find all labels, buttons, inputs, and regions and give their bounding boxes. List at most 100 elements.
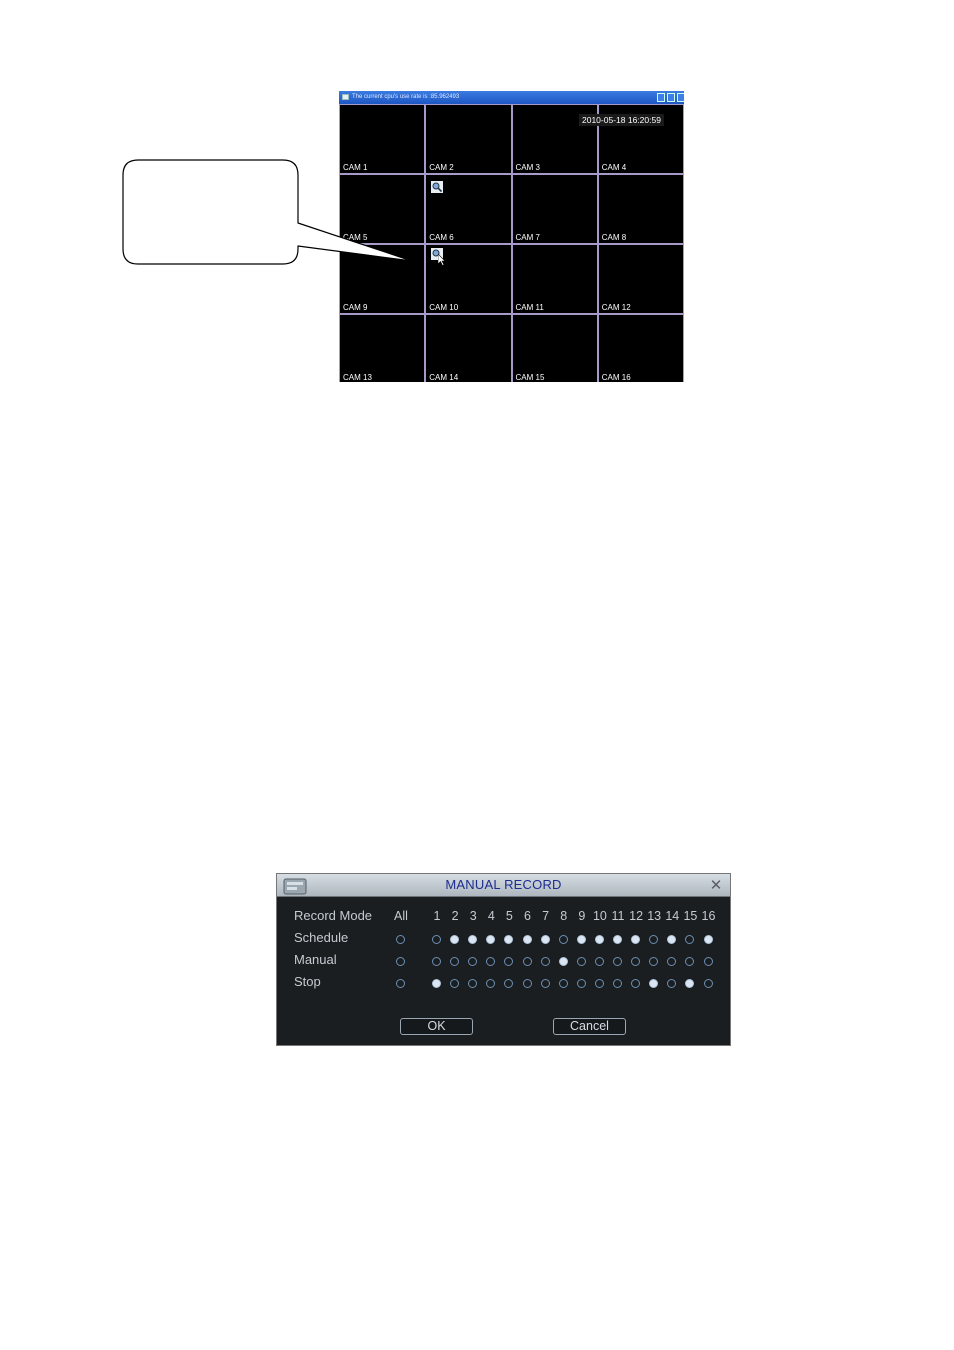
cancel-button[interactable]: Cancel — [553, 1018, 626, 1035]
date-time-display: 2010-05-18 16:20:59 — [579, 114, 664, 126]
channel-number: 6 — [524, 909, 531, 923]
radio-stop-ch4[interactable] — [486, 979, 496, 988]
camera-tile[interactable]: CAM 1 — [339, 104, 426, 174]
radio-schedule-ch1[interactable] — [432, 935, 441, 944]
camera-tile[interactable]: CAM 14 — [425, 314, 512, 382]
camera-label: CAM 11 — [515, 303, 544, 312]
radio-schedule-ch8[interactable] — [558, 935, 568, 944]
camera-tile[interactable]: CAM 2 — [425, 104, 512, 174]
camera-tile[interactable]: CAM 12 — [597, 244, 684, 314]
radio-stop-ch16[interactable] — [703, 979, 713, 988]
radio-stop-ch6[interactable] — [522, 979, 532, 988]
camera-tile[interactable]: CAM 15 — [511, 314, 598, 382]
camera-label: CAM 3 — [515, 163, 540, 172]
camera-label: CAM 12 — [601, 303, 631, 312]
camera-tile[interactable]: CAM 13 — [339, 314, 426, 382]
radio-stop-ch15[interactable] — [685, 979, 695, 988]
radio-manual-ch1[interactable] — [432, 957, 441, 966]
channel-number: 14 — [665, 909, 680, 923]
all-column-header: All — [394, 909, 408, 923]
radio-manual-ch16[interactable] — [703, 957, 713, 966]
camera-label: CAM 13 — [343, 373, 372, 382]
radio-schedule-ch16[interactable] — [703, 935, 713, 944]
camera-tile[interactable]: CAM 11 — [511, 244, 598, 314]
radio-manual-ch9[interactable] — [576, 957, 586, 966]
radio-stop-ch14[interactable] — [667, 979, 677, 988]
close-icon[interactable]: ✕ — [709, 878, 723, 893]
radio-schedule-ch3[interactable] — [468, 935, 478, 944]
radio-all-manual[interactable] — [396, 957, 405, 966]
radio-stop-ch13[interactable] — [649, 979, 659, 988]
camera-tile[interactable]: CAM 9 — [339, 244, 426, 314]
channel-number: 11 — [611, 909, 625, 923]
camera-tile[interactable]: CAM 5 — [339, 174, 426, 244]
radio-stop-ch10[interactable] — [594, 979, 604, 988]
radio-manual-ch13[interactable] — [649, 957, 659, 966]
radio-manual-ch5[interactable] — [504, 957, 514, 966]
channel-number: 10 — [592, 909, 607, 923]
radio-schedule-ch7[interactable] — [540, 935, 550, 944]
mode-label-manual: Manual — [294, 952, 337, 967]
camera-label: CAM 7 — [515, 233, 540, 242]
camera-grid: CAM 1 CAM 2 CAM 3 CAM 4 CAM 5 CAM 6 CAM 7 CAM 8… — [339, 104, 684, 382]
radio-schedule-ch15[interactable] — [685, 935, 695, 944]
radio-schedule-ch10[interactable] — [594, 935, 604, 944]
radio-stop-ch2[interactable] — [450, 979, 460, 988]
camera-tile[interactable]: CAM 16 — [597, 314, 684, 382]
mode-label-stop: Stop — [294, 974, 321, 989]
radio-all-stop[interactable] — [396, 979, 405, 988]
manual-record-dialog: MANUAL RECORD ✕ Record Mode All 12345678… — [276, 873, 731, 1046]
radio-schedule-ch13[interactable] — [649, 935, 659, 944]
radio-schedule-ch4[interactable] — [486, 935, 496, 944]
close-window-button[interactable] — [677, 93, 684, 102]
radio-schedule-ch5[interactable] — [504, 935, 514, 944]
radio-manual-ch8[interactable] — [558, 957, 568, 966]
camera-tile[interactable]: CAM 7 — [511, 174, 598, 244]
maximize-button[interactable] — [667, 93, 675, 102]
channel-number: 8 — [560, 909, 568, 923]
camera-label: CAM 8 — [601, 233, 627, 242]
radio-schedule-ch6[interactable] — [522, 935, 532, 944]
radio-schedule-ch14[interactable] — [667, 935, 677, 944]
camera-label: CAM 4 — [601, 163, 627, 172]
mode-label-schedule: Schedule — [294, 930, 349, 945]
camera-label: CAM 14 — [429, 373, 459, 382]
radio-schedule-ch11[interactable] — [613, 935, 622, 944]
radio-manual-ch14[interactable] — [667, 957, 677, 966]
radio-manual-ch6[interactable] — [522, 957, 532, 966]
radio-manual-ch4[interactable] — [486, 957, 496, 966]
radio-manual-ch10[interactable] — [594, 957, 604, 966]
camera-label: CAM 1 — [343, 163, 368, 172]
radio-stop-ch11[interactable] — [613, 979, 622, 988]
channel-number: 3 — [469, 909, 477, 923]
radio-all-schedule[interactable] — [396, 935, 405, 944]
radio-stop-ch9[interactable] — [576, 979, 586, 988]
radio-stop-ch3[interactable] — [468, 979, 478, 988]
camera-label: CAM 10 — [429, 303, 459, 312]
radio-manual-ch3[interactable] — [468, 957, 478, 966]
radio-schedule-ch2[interactable] — [450, 935, 460, 944]
window-titlebar[interactable]: The current cpu's use rate is :85.962493 — [339, 91, 684, 104]
mouse-cursor-icon — [438, 254, 446, 266]
radio-manual-ch15[interactable] — [685, 957, 695, 966]
camera-tile[interactable]: CAM 8 — [597, 174, 684, 244]
radio-manual-ch2[interactable] — [450, 957, 460, 966]
window-icon — [342, 94, 349, 100]
channel-number: 13 — [647, 909, 662, 923]
ok-button[interactable]: OK — [400, 1018, 473, 1035]
radio-schedule-ch9[interactable] — [576, 935, 586, 944]
radio-manual-ch11[interactable] — [613, 957, 622, 966]
camera-label: CAM 2 — [429, 163, 454, 172]
zoom-icon[interactable] — [431, 181, 443, 193]
channel-number: 15 — [683, 909, 698, 923]
radio-stop-ch12[interactable] — [631, 979, 641, 988]
radio-manual-ch7[interactable] — [540, 957, 550, 966]
radio-schedule-ch12[interactable] — [631, 935, 641, 944]
radio-stop-ch5[interactable] — [504, 979, 514, 988]
radio-stop-ch1[interactable] — [432, 979, 441, 988]
radio-stop-ch7[interactable] — [540, 979, 550, 988]
minimize-button[interactable] — [657, 93, 665, 102]
radio-stop-ch8[interactable] — [558, 979, 568, 988]
radio-manual-ch12[interactable] — [631, 957, 641, 966]
record-mode-header: Record Mode — [294, 908, 373, 923]
